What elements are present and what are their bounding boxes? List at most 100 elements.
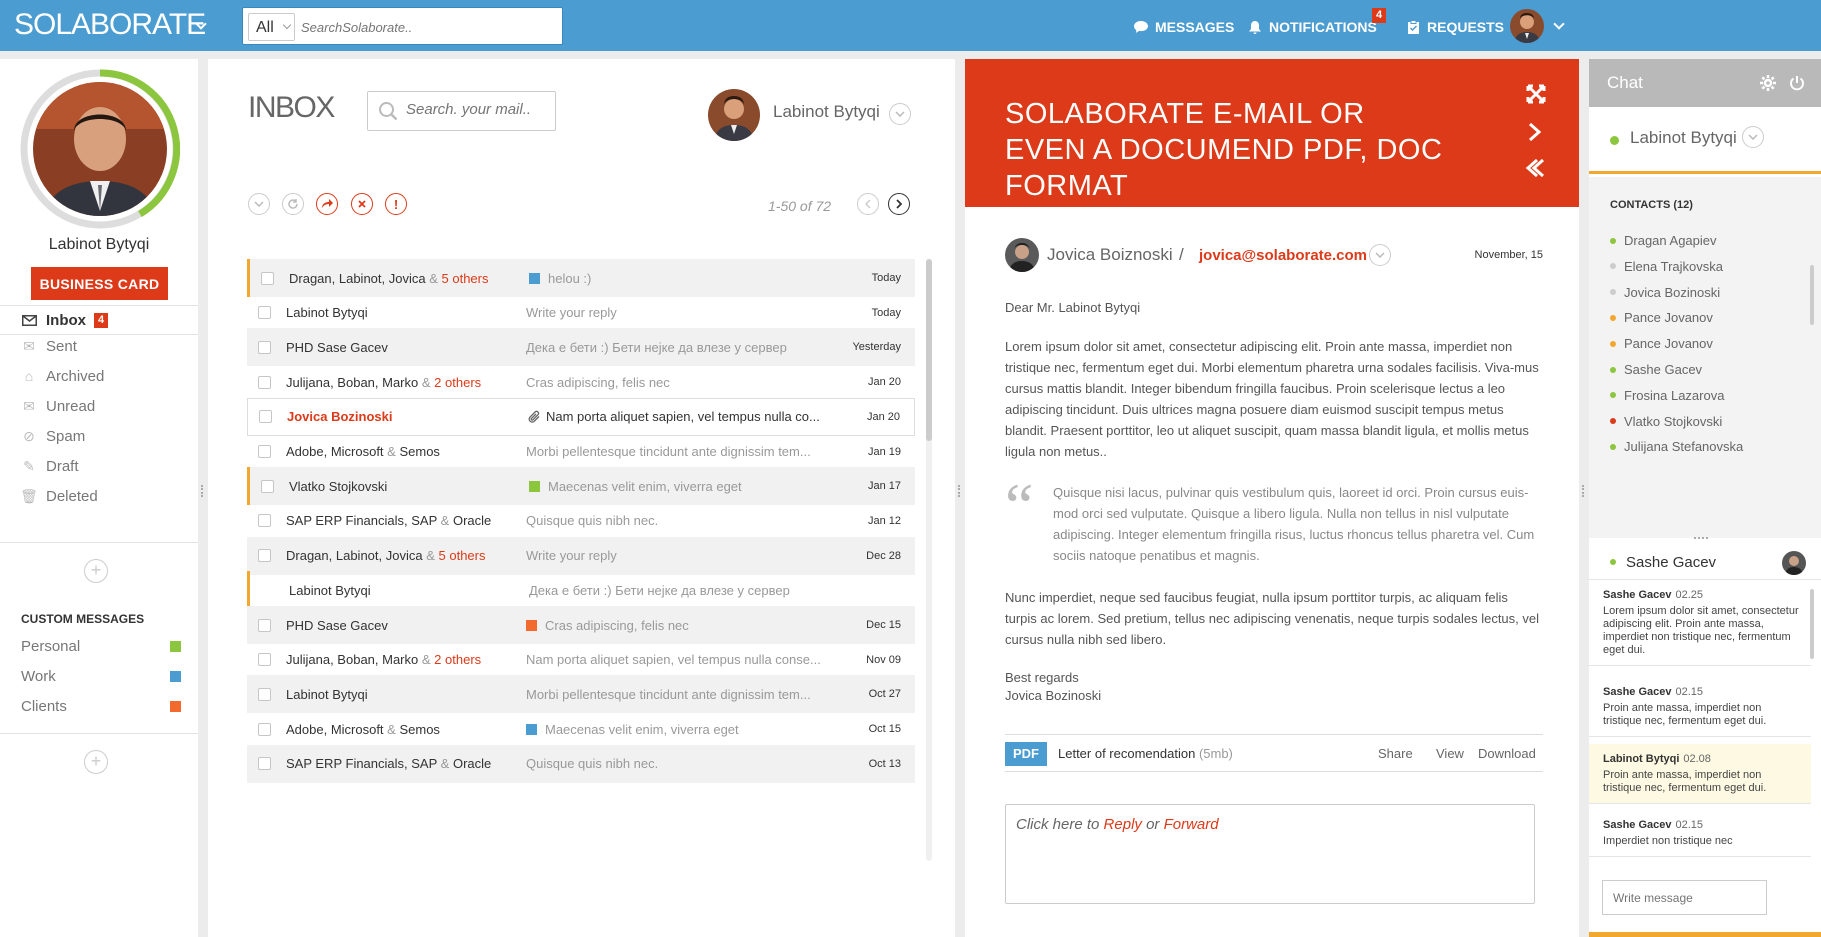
chat-message-input[interactable] bbox=[1602, 880, 1767, 915]
mail-subject: Дека е бети :) Бети нејке да влезе у сер… bbox=[526, 339, 787, 355]
nav-item-unread[interactable]: ✉ Unread bbox=[0, 391, 198, 421]
resize-handle[interactable] bbox=[201, 485, 205, 497]
mail-row[interactable]: Labinot Bytyqi Дека е бети :) Бети нејке … bbox=[247, 571, 915, 610]
sender-avatar[interactable] bbox=[1005, 238, 1039, 272]
mail-from-others[interactable]: 5 others bbox=[442, 271, 489, 286]
row-checkbox[interactable] bbox=[258, 306, 271, 320]
forward-button[interactable] bbox=[316, 193, 338, 215]
row-checkbox[interactable] bbox=[261, 479, 274, 493]
resize-handle[interactable] bbox=[1694, 537, 1708, 541]
logo[interactable]: SOLABORATE bbox=[14, 8, 206, 42]
add-custom-label-button[interactable]: + bbox=[84, 750, 108, 774]
scrollbar-thumb[interactable] bbox=[1810, 265, 1814, 325]
row-checkbox[interactable] bbox=[258, 375, 271, 389]
mail-row[interactable]: Dragan, Labinot, Jovica & 5 others helou … bbox=[247, 259, 915, 297]
download-link[interactable]: Download bbox=[1478, 746, 1536, 761]
nav-item-archived[interactable]: ⌂ Archived bbox=[0, 361, 198, 391]
row-checkbox[interactable] bbox=[258, 653, 271, 667]
next-page-button[interactable] bbox=[888, 193, 910, 215]
share-link[interactable]: Share bbox=[1378, 746, 1413, 761]
custom-label-personal[interactable]: Personal bbox=[21, 638, 181, 655]
contact-item[interactable]: Pance Jovanov bbox=[1610, 336, 1713, 351]
row-checkbox[interactable] bbox=[258, 340, 271, 354]
forward-link[interactable]: Forward bbox=[1164, 816, 1219, 833]
global-search-input[interactable] bbox=[301, 14, 556, 40]
mail-row[interactable]: Julijana, Boban, Marko & 2 others Cras ad… bbox=[247, 363, 915, 401]
nav-item-sent[interactable]: ✉ Sent bbox=[0, 331, 198, 361]
contact-item[interactable]: Dragan Agapiev bbox=[1610, 233, 1717, 248]
user-avatar[interactable] bbox=[1510, 9, 1544, 43]
custom-label-work[interactable]: Work bbox=[21, 668, 181, 685]
mail-row[interactable]: PHD Sase Gacev Cras adipiscing, felis nec… bbox=[247, 606, 915, 644]
status-dropdown-button[interactable] bbox=[1742, 126, 1764, 148]
contact-item[interactable]: Pance Jovanov bbox=[1610, 310, 1713, 325]
scrollbar-thumb[interactable] bbox=[1810, 589, 1814, 659]
business-card-button[interactable]: BUSINESS CARD bbox=[31, 267, 168, 300]
row-checkbox[interactable] bbox=[258, 445, 271, 458]
mail-row[interactable]: PHD Sase Gacev Дека е бети :) Бети нејке … bbox=[247, 328, 915, 367]
mail-from-others[interactable]: 2 others bbox=[434, 375, 481, 390]
resize-handle[interactable] bbox=[1582, 485, 1586, 497]
row-checkbox[interactable] bbox=[259, 410, 272, 424]
resize-handle[interactable] bbox=[958, 485, 962, 497]
row-checkbox[interactable] bbox=[258, 722, 271, 736]
power-icon[interactable] bbox=[1789, 75, 1805, 96]
contact-item[interactable]: Julijana Stefanovska bbox=[1610, 439, 1743, 454]
mail-row[interactable]: Vlatko Stojkovski Maecenas velit enim, vi… bbox=[247, 467, 915, 506]
notifications-link[interactable]: NOTIFICATIONS bbox=[1247, 16, 1377, 38]
close-icon[interactable] bbox=[1525, 83, 1547, 110]
view-link[interactable]: View bbox=[1436, 746, 1464, 761]
previous-message-icon[interactable] bbox=[1525, 157, 1545, 184]
mail-row[interactable]: SAP ERP Financials, SAP & Oracle Quisque … bbox=[247, 744, 915, 783]
requests-link[interactable]: REQUESTS bbox=[1405, 16, 1504, 38]
gear-icon[interactable] bbox=[1760, 75, 1776, 96]
mail-row[interactable]: Labinot Bytyqi Write your reply Today bbox=[247, 294, 915, 332]
sender-dropdown-button[interactable] bbox=[1369, 244, 1391, 266]
mail-row[interactable]: Adobe, Microsoft & Semos Morbi pellentesq… bbox=[247, 433, 915, 471]
contact-item[interactable]: Jovica Bozinoski bbox=[1610, 285, 1720, 300]
nav-item-spam[interactable]: ⊘ Spam bbox=[0, 421, 198, 451]
row-checkbox[interactable] bbox=[258, 757, 271, 771]
search-scope-select[interactable]: All bbox=[248, 13, 295, 41]
sender-email[interactable]: jovica@solaborate.com bbox=[1199, 247, 1367, 264]
row-checkbox[interactable] bbox=[258, 549, 271, 563]
scrollbar-thumb[interactable] bbox=[926, 259, 932, 441]
row-checkbox[interactable] bbox=[258, 687, 271, 701]
mail-row[interactable]: Julijana, Boban, Marko & 2 others Nam por… bbox=[247, 641, 915, 679]
reply-link[interactable]: Reply bbox=[1104, 816, 1142, 833]
profile-avatar[interactable] bbox=[20, 69, 181, 229]
mail-row[interactable]: Jovica Bozinoski Nam porta aliquet sapien… bbox=[247, 397, 915, 436]
contact-item[interactable]: Elena Trajkovska bbox=[1610, 259, 1723, 274]
contact-item[interactable]: Frosina Lazarova bbox=[1610, 388, 1724, 403]
messages-link[interactable]: MESSAGES bbox=[1133, 16, 1234, 38]
mail-search-input[interactable] bbox=[406, 101, 551, 118]
custom-label-clients[interactable]: Clients bbox=[21, 698, 181, 715]
refresh-icon bbox=[288, 199, 298, 209]
mail-row[interactable]: Adobe, Microsoft & Semos Maecenas velit e… bbox=[247, 710, 915, 748]
contact-item[interactable]: Sashe Gacev bbox=[1610, 362, 1702, 377]
mail-from-others[interactable]: 2 others bbox=[434, 652, 481, 667]
previous-page-button[interactable] bbox=[857, 193, 879, 215]
account-dropdown-button[interactable] bbox=[889, 103, 911, 125]
row-checkbox[interactable] bbox=[261, 271, 274, 285]
avatar[interactable] bbox=[1782, 551, 1806, 575]
refresh-button[interactable] bbox=[282, 193, 304, 215]
contact-item[interactable]: Vlatko Stojkovski bbox=[1610, 414, 1722, 429]
attachment-name[interactable]: Letter of recomendation (5mb) bbox=[1058, 746, 1233, 761]
reply-box[interactable]: Click here to Reply or Forward bbox=[1005, 804, 1535, 904]
row-checkbox[interactable] bbox=[258, 514, 271, 528]
next-message-icon[interactable] bbox=[1525, 121, 1545, 148]
nav-item-draft[interactable]: ✎ Draft bbox=[0, 451, 198, 481]
select-all-dropdown[interactable] bbox=[248, 193, 270, 215]
mail-row[interactable]: Labinot Bytyqi Morbi pellentesque tincidu… bbox=[247, 675, 915, 714]
row-checkbox[interactable] bbox=[258, 618, 271, 632]
avatar[interactable] bbox=[708, 89, 760, 141]
delete-button[interactable] bbox=[351, 193, 373, 215]
chevron-down-icon[interactable] bbox=[1553, 18, 1565, 30]
mail-row[interactable]: Dragan, Labinot, Jovica & 5 others Write … bbox=[247, 536, 915, 575]
mail-from-others[interactable]: 5 others bbox=[439, 548, 486, 563]
add-folder-button[interactable]: + bbox=[84, 559, 108, 583]
nav-item-deleted[interactable]: 🗑 Deleted bbox=[0, 481, 198, 511]
mail-row[interactable]: SAP ERP Financials, SAP & Oracle Quisque … bbox=[247, 502, 915, 540]
report-spam-button[interactable]: ! bbox=[385, 193, 407, 215]
